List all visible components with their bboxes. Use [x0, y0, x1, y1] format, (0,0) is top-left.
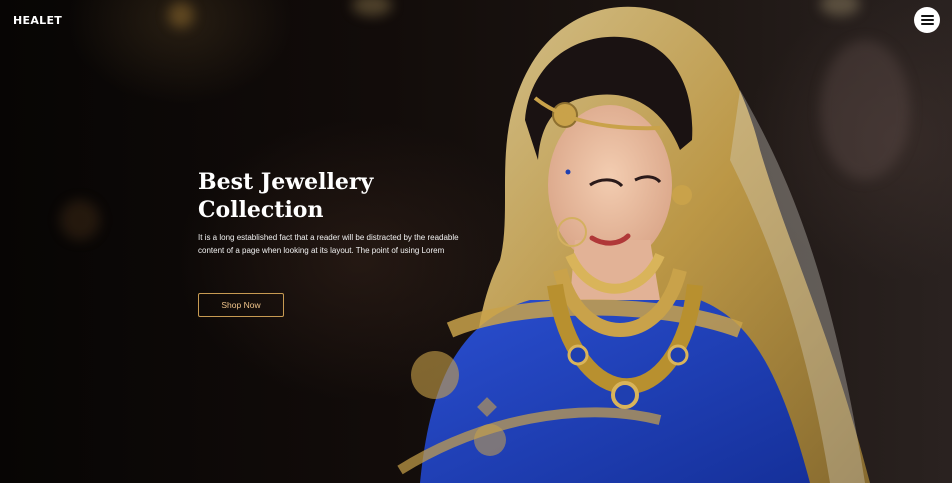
bokeh-light: [168, 2, 194, 28]
menu-bar: [920, 19, 934, 21]
hamburger-menu-icon[interactable]: [914, 7, 940, 33]
hero-description: It is a long established fact that a rea…: [198, 233, 459, 255]
headline-line-1: Best Jewellery: [198, 169, 374, 195]
shop-now-button[interactable]: Shop Now: [198, 293, 284, 317]
bokeh-light: [60, 200, 100, 240]
headline-line-2: Collection: [198, 197, 324, 223]
menu-bar: [920, 23, 934, 25]
hero-headline: Best Jewellery Collection: [198, 168, 438, 224]
menu-bar: [920, 15, 934, 17]
brand-logo[interactable]: HEALET: [13, 14, 62, 27]
hero-section: HEALET Best Jewellery Collection It is a…: [0, 0, 952, 483]
